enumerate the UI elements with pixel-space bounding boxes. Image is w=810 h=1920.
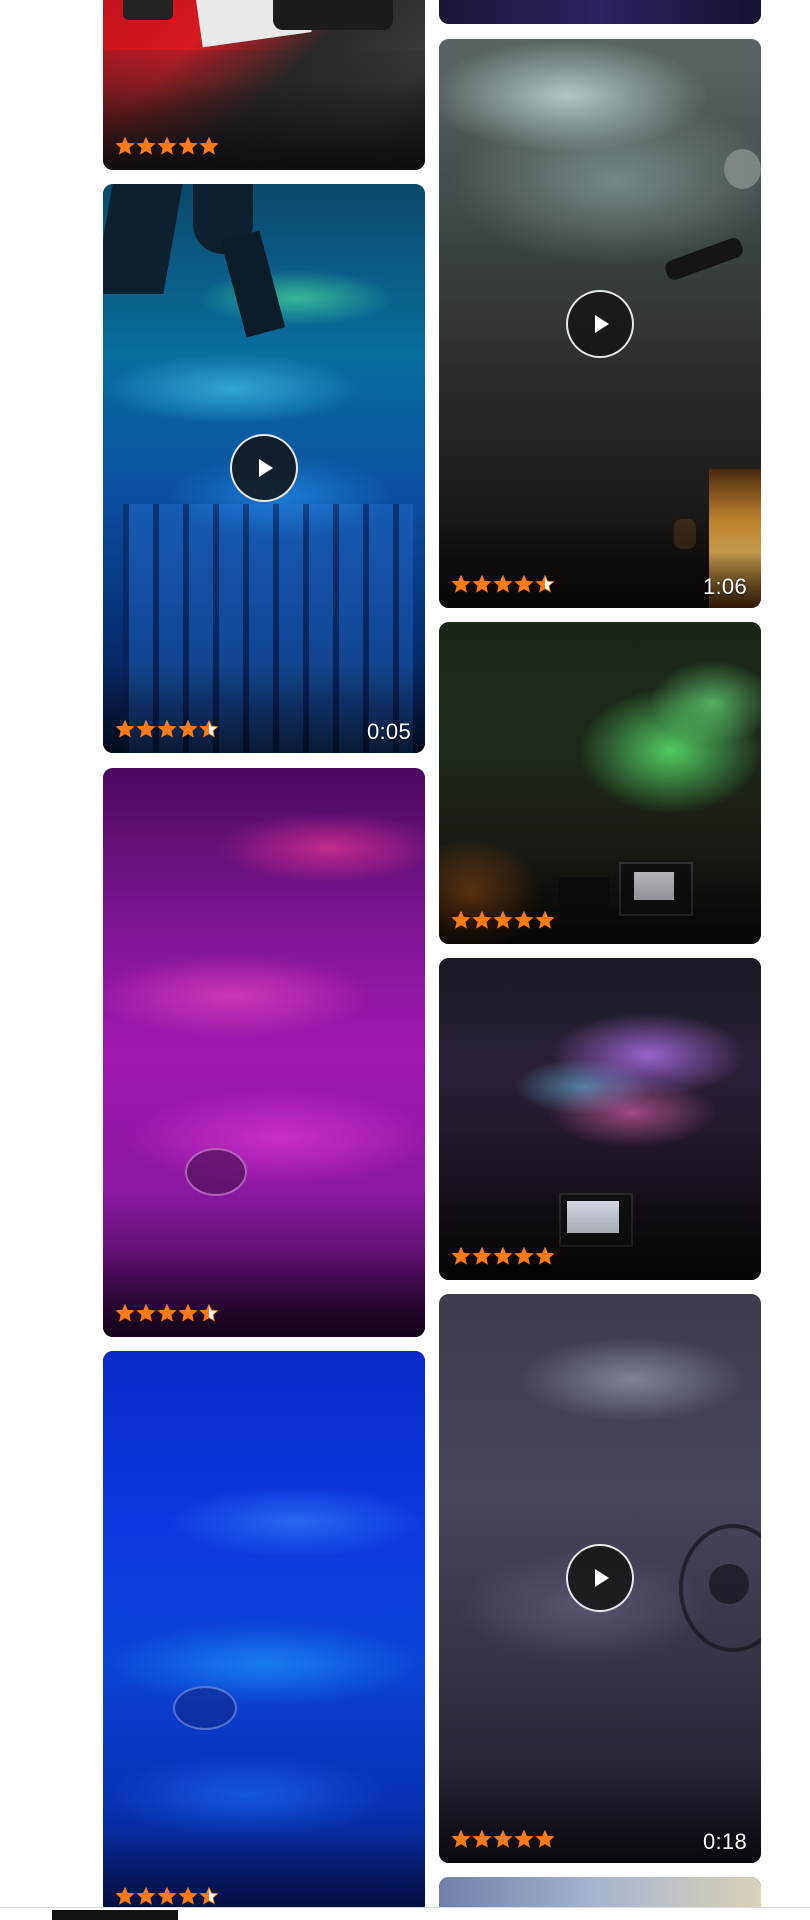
star-icon: [514, 1246, 534, 1265]
star-rating: [115, 136, 219, 160]
review-photo: [103, 1351, 425, 1920]
star-icon: [157, 136, 177, 155]
review-video-card[interactable]: 1:06: [439, 39, 761, 608]
star-icon: [178, 136, 198, 155]
star-icon: [178, 1303, 198, 1322]
star-rating: [451, 910, 555, 934]
star-icon: [514, 910, 534, 929]
review-media-card[interactable]: [439, 622, 761, 944]
star-rating: [115, 719, 219, 743]
review-media-gallery: 0:05 1:06 0:18: [0, 0, 810, 1920]
star-rating: [451, 1829, 555, 1853]
star-icon: [451, 1829, 471, 1848]
review-video-card[interactable]: 0:05: [103, 184, 425, 753]
play-button[interactable]: [566, 1544, 634, 1612]
star-icon: [136, 1303, 156, 1322]
review-photo: [439, 0, 761, 24]
star-icon: [136, 1886, 156, 1905]
play-icon: [595, 1569, 609, 1587]
star-icon: [535, 574, 555, 593]
star-icon: [472, 910, 492, 929]
star-icon: [157, 719, 177, 738]
star-icon: [535, 910, 555, 929]
star-icon: [493, 910, 513, 929]
star-icon: [199, 136, 219, 155]
review-video-card[interactable]: 0:18: [439, 1294, 761, 1863]
star-rating: [451, 574, 555, 598]
video-duration: 0:05: [366, 719, 411, 744]
star-icon: [136, 719, 156, 738]
video-duration: 0:18: [702, 1829, 747, 1854]
review-media-card[interactable]: [103, 0, 425, 170]
bottom-bar: [0, 1907, 810, 1920]
review-photo: [439, 622, 761, 944]
star-icon: [535, 1246, 555, 1265]
bottom-tab-indicator: [52, 1910, 178, 1920]
play-button[interactable]: [566, 290, 634, 358]
star-icon: [514, 1829, 534, 1848]
play-icon: [595, 315, 609, 333]
star-icon: [493, 1246, 513, 1265]
review-media-card[interactable]: [103, 768, 425, 1337]
star-icon: [157, 1303, 177, 1322]
review-media-card[interactable]: [103, 1351, 425, 1920]
star-icon: [115, 719, 135, 738]
play-button[interactable]: [230, 434, 298, 502]
star-icon: [493, 574, 513, 593]
star-icon: [451, 574, 471, 593]
star-icon: [472, 1246, 492, 1265]
star-icon: [472, 1829, 492, 1848]
star-icon: [199, 719, 219, 738]
star-icon: [493, 1829, 513, 1848]
star-icon: [115, 1886, 135, 1905]
star-rating: [115, 1303, 219, 1327]
play-icon: [259, 459, 273, 477]
review-photo: [439, 958, 761, 1280]
star-icon: [178, 1886, 198, 1905]
review-media-card[interactable]: [439, 0, 761, 24]
star-icon: [178, 719, 198, 738]
star-icon: [514, 574, 534, 593]
star-icon: [136, 136, 156, 155]
star-icon: [199, 1303, 219, 1322]
star-icon: [451, 1246, 471, 1265]
review-photo: [103, 768, 425, 1337]
star-icon: [115, 1303, 135, 1322]
video-duration: 1:06: [702, 574, 747, 599]
star-icon: [535, 1829, 555, 1848]
star-icon: [199, 1886, 219, 1905]
star-rating: [451, 1246, 555, 1270]
star-icon: [451, 910, 471, 929]
star-icon: [115, 136, 135, 155]
review-media-card[interactable]: [439, 958, 761, 1280]
star-icon: [157, 1886, 177, 1905]
star-icon: [472, 574, 492, 593]
